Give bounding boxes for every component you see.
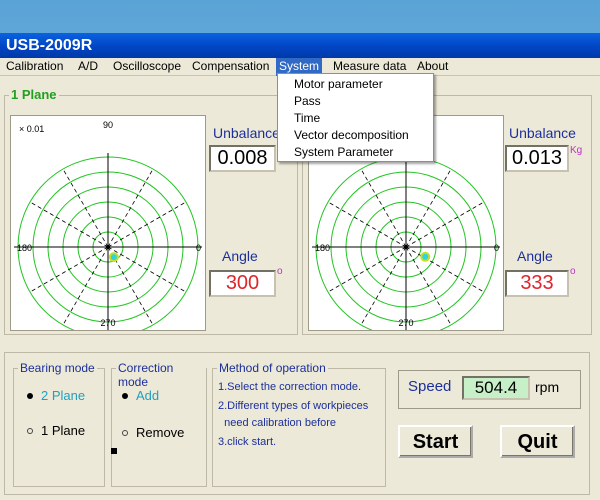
plane1-radial-line	[62, 168, 109, 248]
plane2-radial-line	[360, 246, 407, 326]
plane1-tick-270: 270	[100, 318, 115, 328]
plane1-scale-label: × 0.01	[19, 124, 44, 134]
menu-oscilloscope[interactable]: Oscilloscope	[110, 58, 184, 76]
plane2-unbalance-marker	[420, 251, 431, 262]
menu-item-time[interactable]: Time	[278, 110, 433, 127]
radio-unselected-icon	[122, 429, 128, 436]
plane2-angle-value: 333	[505, 270, 569, 297]
plane2-unbalance-label: Unbalance	[509, 125, 576, 141]
speed-label: Speed	[408, 378, 452, 395]
plane2-unbalance-value: 0.013	[505, 145, 569, 172]
plane1-polar-svg: × 0.01 90 180 0 270	[14, 120, 202, 341]
bearing-1plane-label: 1 Plane	[41, 423, 86, 438]
menu-item-pass[interactable]: Pass	[278, 93, 433, 110]
plane1-tick-0: 0	[196, 243, 201, 253]
plane1-unbalance-label: Unbalance	[213, 125, 280, 141]
plane1-unbalance-marker	[108, 252, 119, 263]
bearing-1plane-radio[interactable]: 1 Plane	[27, 423, 85, 438]
speed-value: 504.4	[462, 376, 530, 400]
bearing-2plane-label: 2 Plane	[41, 388, 86, 403]
plane1-label: 1 Plane	[9, 87, 59, 102]
plane2-radial-line	[327, 246, 407, 293]
correction-remove-label: Remove	[136, 425, 185, 440]
menu-item-motor-parameter[interactable]: Motor parameter	[278, 76, 433, 93]
method-line-2: 2.Different types of workpieces	[218, 400, 369, 412]
quit-button[interactable]: Quit	[500, 425, 575, 458]
plane2-radial-line	[405, 246, 485, 293]
correction-mode-label: Correction mode	[116, 361, 206, 389]
plane2-radial-line	[360, 168, 407, 248]
radio-unselected-icon	[27, 427, 33, 434]
plane1-angle-unit: o	[277, 266, 283, 277]
system-menu-dropdown: Motor parameter Pass Time Vector decompo…	[277, 73, 434, 162]
plane1-tick-180: 180	[17, 243, 32, 253]
plane2-radial-line	[405, 201, 485, 248]
correction-add-label: Add	[136, 388, 160, 403]
menu-item-system-parameter[interactable]: System Parameter	[278, 144, 433, 161]
plane1-radial-line	[107, 246, 187, 293]
bearing-mode-label: Bearing mode	[18, 361, 97, 375]
plane2-radial-line	[405, 168, 452, 248]
radio-selected-icon	[122, 392, 128, 399]
correction-remove-radio[interactable]: Remove	[122, 425, 184, 440]
method-line-4: 3.click start.	[218, 436, 277, 448]
correction-indicator-square	[111, 448, 117, 454]
menu-ad[interactable]: A/D	[75, 58, 101, 76]
plane1-radial-line	[107, 201, 187, 248]
plane2-center-dot	[404, 245, 408, 249]
plane1-angle-value: 300	[209, 270, 276, 297]
plane2-angle-unit: o	[570, 266, 576, 277]
plane2-tick-270: 270	[398, 318, 413, 328]
plane1-tick-90: 90	[103, 120, 113, 130]
title-bar[interactable]: USB-2009R	[0, 33, 600, 58]
plane1-polar-plot: × 0.01 90 180 0 270	[10, 115, 206, 341]
plane1-center-dot	[106, 245, 110, 249]
plane1-radial-line	[29, 246, 109, 293]
plane1-unbalance-value: 0.008	[209, 145, 276, 172]
method-label: Method of operation	[217, 361, 328, 375]
plane2-tick-0: 0	[494, 243, 499, 253]
correction-add-radio[interactable]: Add	[122, 388, 159, 403]
menu-calibration[interactable]: Calibration	[3, 58, 66, 76]
menu-item-vector-decomposition[interactable]: Vector decomposition	[278, 127, 433, 144]
bearing-2plane-radio[interactable]: 2 Plane	[27, 388, 85, 403]
plane2-unbalance-unit: Kg	[570, 145, 583, 156]
plane1-angle-label: Angle	[222, 248, 258, 264]
plane1-radial-line	[29, 201, 109, 248]
plane2-radial-line	[327, 201, 407, 248]
plane2-tick-180: 180	[315, 243, 330, 253]
method-line-1: 1.Select the correction mode.	[218, 381, 362, 393]
menu-compensation[interactable]: Compensation	[189, 58, 272, 76]
method-line-3: need calibration before	[218, 417, 337, 429]
speed-unit: rpm	[535, 379, 560, 395]
app-title: USB-2009R	[6, 37, 93, 54]
start-button[interactable]: Start	[398, 425, 473, 458]
plane1-radial-line	[107, 168, 154, 248]
plane1-radial-line	[62, 246, 109, 326]
plane2-angle-label: Angle	[517, 248, 553, 264]
radio-selected-icon	[27, 392, 33, 399]
